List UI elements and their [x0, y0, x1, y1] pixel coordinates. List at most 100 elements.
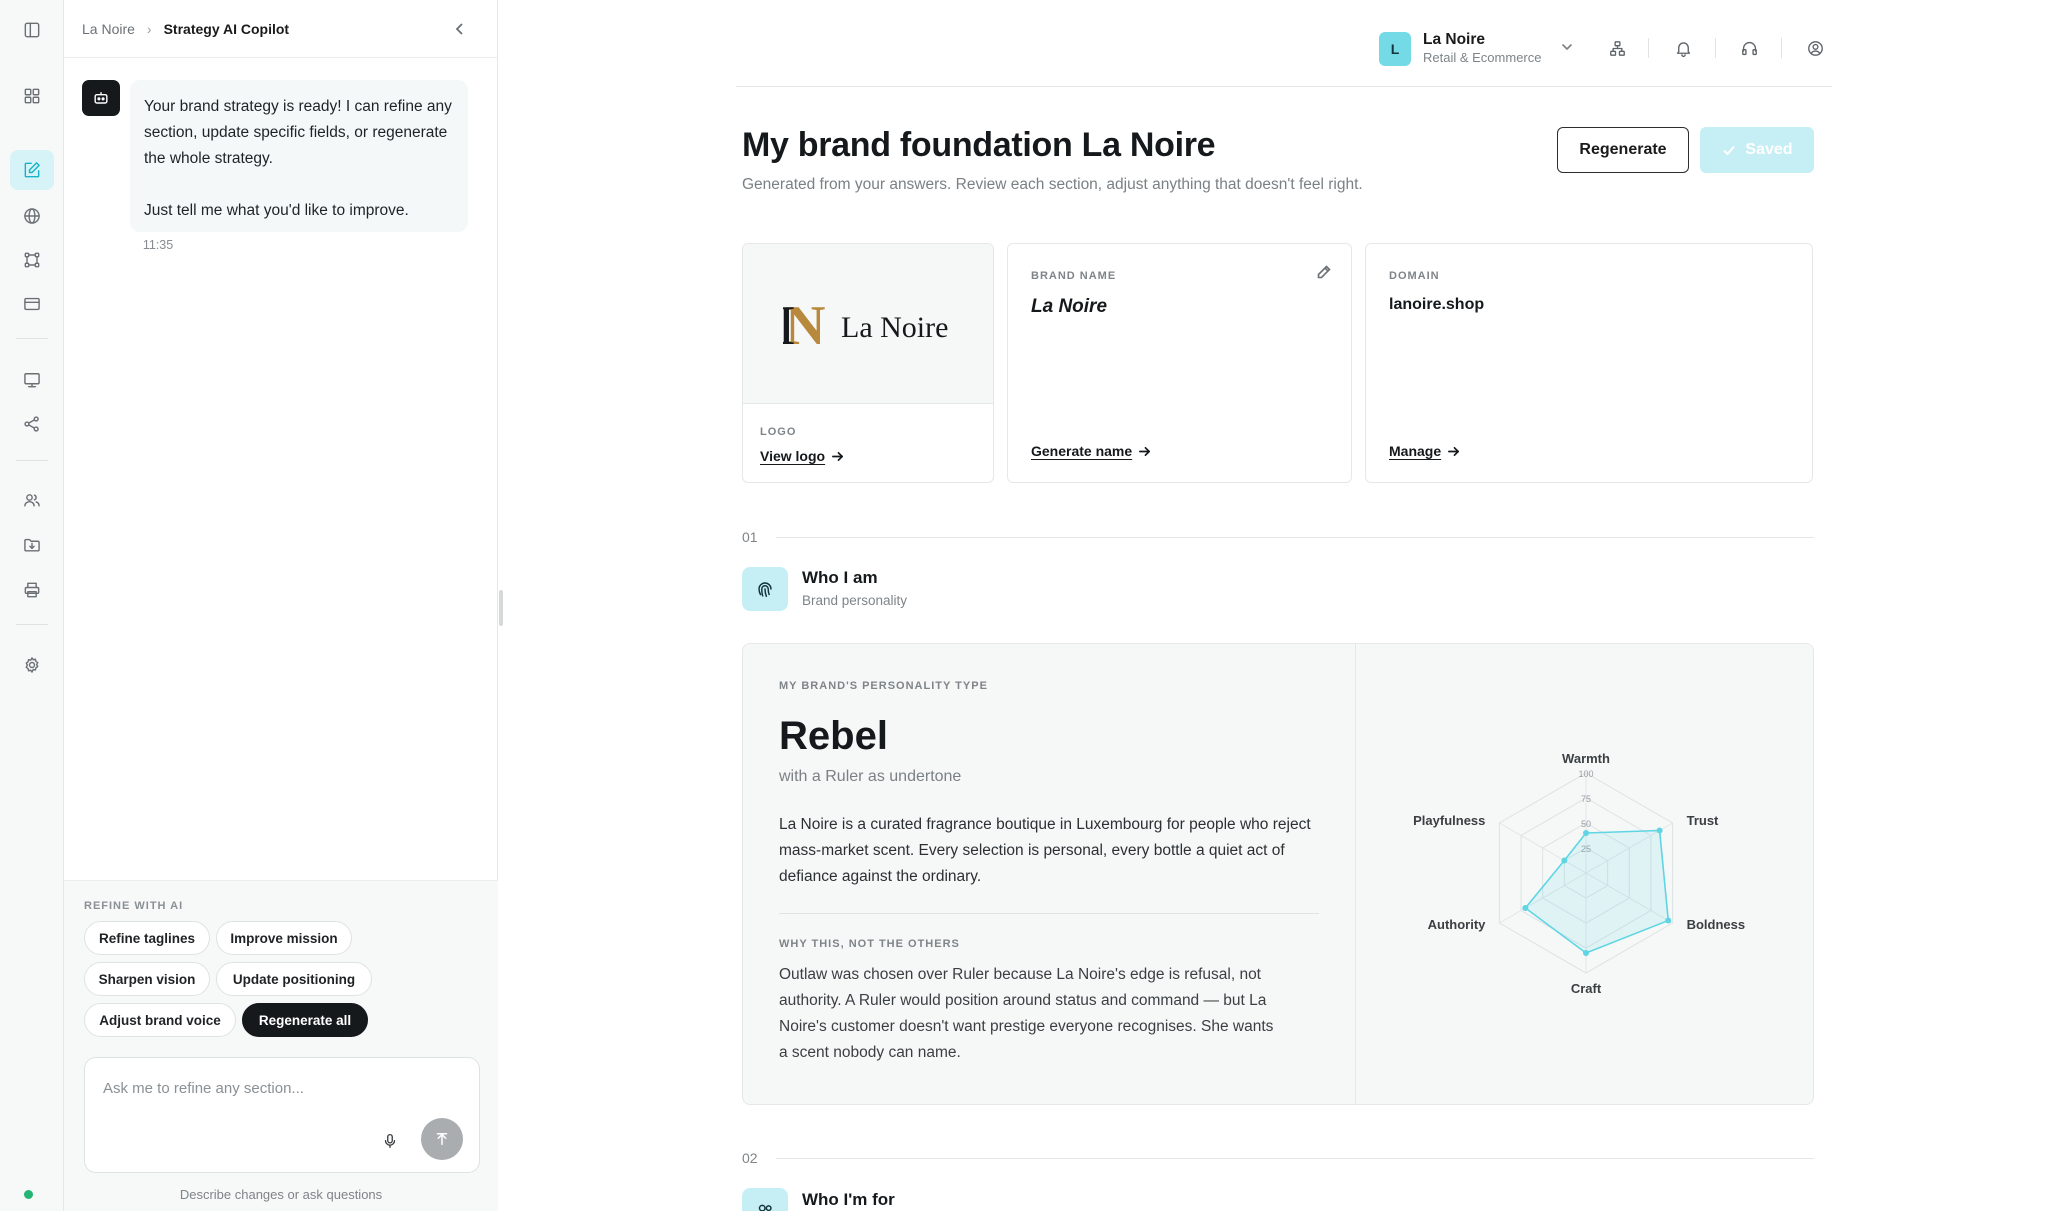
arrow-right-icon	[1139, 446, 1151, 456]
radar-data-point	[1656, 827, 1663, 834]
account-switcher[interactable]: L La Noire Retail & Ecommerce	[1379, 31, 1541, 67]
radar-category-label: Craft	[1571, 981, 1602, 996]
personality-radar-chart: 255075100WarmthTrustBoldnessCraftAuthori…	[1413, 751, 1746, 996]
generate-name-link-label: Generate name	[1031, 443, 1133, 459]
chevron-left-icon	[455, 23, 463, 35]
chip-refine-taglines[interactable]: Refine taglines	[84, 921, 210, 955]
refine-label: REFINE WITH AI	[84, 900, 184, 912]
sidebar-toggle-icon[interactable]	[10, 10, 54, 50]
arrow-right-icon	[832, 451, 844, 461]
section-number: 01	[742, 529, 758, 545]
section-title: Who I'm for	[802, 1190, 895, 1209]
radar-tick-label: 75	[1581, 794, 1591, 804]
refine-input-box	[84, 1057, 480, 1173]
breadcrumb-item-workspace[interactable]: La Noire	[82, 21, 135, 37]
view-logo-link-label: View logo	[760, 448, 826, 464]
bell-icon[interactable]	[1672, 37, 1694, 59]
settings-gear-icon[interactable]	[10, 645, 54, 685]
why-text: Outlaw was chosen over Ruler because La …	[779, 966, 1274, 1061]
brand-name-value: La Noire	[1031, 296, 1108, 317]
collapse-panel-button[interactable]	[449, 18, 471, 40]
panel-divider	[1355, 644, 1356, 1104]
breadcrumb-separator-icon: ›	[146, 20, 152, 37]
send-button[interactable]	[421, 1118, 463, 1160]
brand-name-card: BRAND NAME La Noire Generate name	[1007, 243, 1352, 483]
assistant-message-text: Your brand strategy is ready! I can refi…	[144, 98, 452, 167]
printer-icon[interactable]	[10, 570, 54, 610]
logo-card-label: LOGO	[760, 426, 797, 438]
personality-type-value: Rebel	[779, 714, 888, 758]
chip-update-positioning[interactable]: Update positioning	[216, 962, 372, 996]
folder-download-icon[interactable]	[10, 525, 54, 565]
section-title: Who I am	[802, 568, 878, 587]
radar-data-point	[1665, 917, 1672, 924]
view-logo-link[interactable]: View logo	[760, 448, 844, 464]
bot-avatar	[82, 80, 120, 116]
saved-button[interactable]: Saved	[1700, 127, 1814, 173]
radar-tick-label: 50	[1581, 819, 1591, 829]
fingerprint-icon	[742, 567, 788, 611]
saved-label: Saved	[1745, 141, 1793, 158]
arrow-right-icon	[1448, 446, 1460, 456]
generate-name-link[interactable]: Generate name	[1031, 443, 1151, 459]
manage-domain-link[interactable]: Manage	[1389, 443, 1460, 459]
personality-type-label: MY BRAND'S PERSONALITY TYPE	[779, 680, 988, 692]
microphone-button[interactable]	[375, 1126, 405, 1156]
account-avatar: L	[1379, 32, 1411, 66]
chip-adjust-brand-voice[interactable]: Adjust brand voice	[84, 1003, 236, 1037]
user-profile-icon[interactable]	[1804, 37, 1826, 59]
check-icon	[1723, 145, 1736, 156]
radar-category-label: Warmth	[1562, 751, 1610, 766]
globe-icon[interactable]	[10, 196, 54, 236]
logo-wordmark: La Noire	[841, 311, 948, 344]
refine-input[interactable]	[103, 1080, 443, 1097]
chip-improve-mission[interactable]: Improve mission	[216, 921, 352, 955]
breadcrumb: La Noire › Strategy AI Copilot	[64, 0, 497, 58]
radar-data-point	[1561, 857, 1568, 864]
section-subtitle: Brand personality	[802, 593, 908, 608]
workflow-icon[interactable]	[10, 240, 54, 280]
monitor-icon[interactable]	[10, 360, 54, 400]
section-number: 02	[742, 1150, 758, 1166]
dashboard-icon[interactable]	[10, 76, 54, 116]
account-industry: Retail & Ecommerce	[1423, 50, 1542, 65]
section-divider	[776, 1158, 1814, 1159]
radar-category-label: Playfulness	[1413, 813, 1485, 828]
why-label: WHY THIS, NOT THE OTHERS	[779, 938, 960, 950]
why-divider	[779, 913, 1319, 914]
pencil-edit-icon[interactable]	[1316, 264, 1332, 280]
share-icon[interactable]	[10, 404, 54, 444]
radar-data-point	[1583, 830, 1589, 836]
message-timestamp: 11:35	[142, 238, 174, 252]
brand-logo: N I La Noire	[743, 244, 993, 404]
online-status-dot	[24, 1190, 33, 1199]
page-subtitle: Generated from your answers. Review each…	[742, 176, 1363, 193]
chip-sharpen-vision[interactable]: Sharpen vision	[84, 962, 210, 996]
breadcrumb-item-current: Strategy AI Copilot	[163, 20, 290, 37]
domain-value: lanoire.shop	[1389, 296, 1485, 313]
headset-icon[interactable]	[1738, 37, 1760, 59]
refine-hint: Describe changes or ask questions	[179, 1187, 383, 1202]
assistant-message: Your brand strategy is ready! I can refi…	[130, 80, 468, 232]
chevron-down-icon[interactable]	[1560, 40, 1574, 54]
radar-category-label: Trust	[1687, 813, 1719, 828]
users-icon[interactable]	[10, 480, 54, 520]
svg-text:I: I	[783, 295, 796, 354]
regenerate-button[interactable]: Regenerate	[1557, 127, 1689, 173]
microphone-icon	[384, 1133, 396, 1149]
brand-name-label: BRAND NAME	[1031, 270, 1117, 282]
assistant-message-text: Just tell me what you'd like to improve.	[144, 202, 409, 219]
panel-resize-handle[interactable]	[499, 590, 503, 626]
radar-category-label: Authority	[1428, 917, 1487, 932]
radar-category-label: Boldness	[1687, 917, 1746, 932]
radar-series-area	[1524, 829, 1670, 954]
card-icon[interactable]	[10, 284, 54, 324]
audience-icon	[742, 1188, 788, 1211]
manage-domain-link-label: Manage	[1389, 443, 1442, 459]
hierarchy-icon[interactable]	[1606, 37, 1628, 59]
chip-regenerate-all[interactable]: Regenerate all	[242, 1003, 368, 1037]
robot-icon	[94, 92, 108, 104]
account-name: La Noire	[1423, 31, 1486, 48]
domain-label: DOMAIN	[1389, 270, 1440, 282]
strategy-edit-icon[interactable]	[10, 150, 54, 190]
